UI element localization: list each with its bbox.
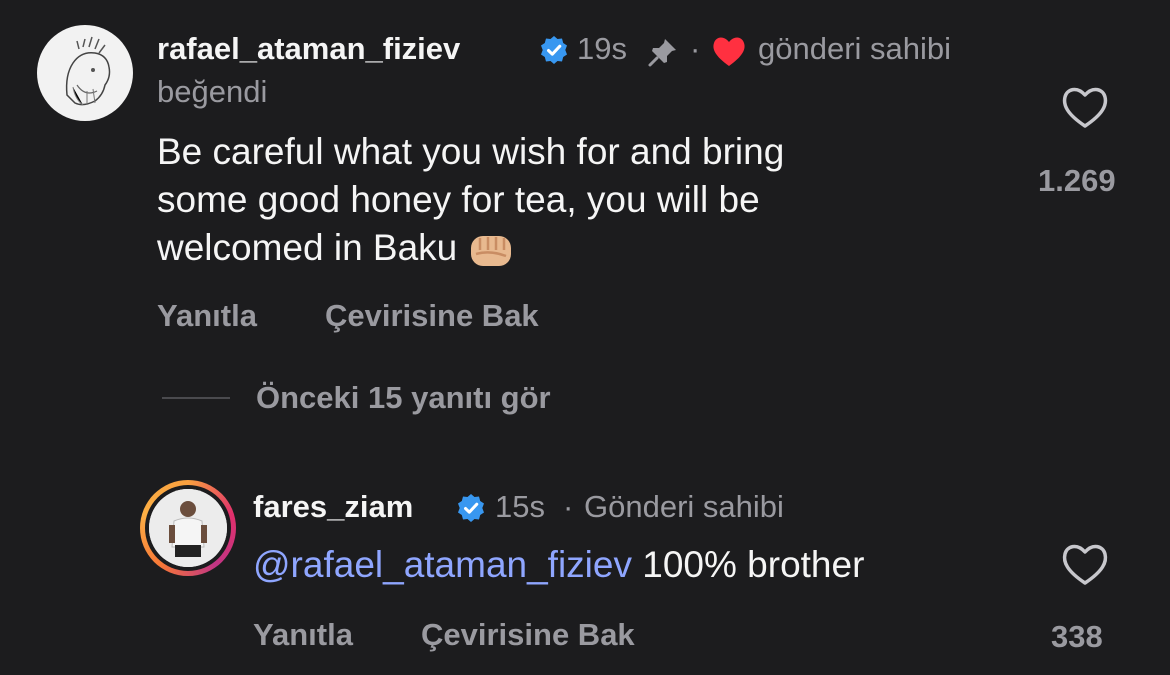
avatar-ring-gap xyxy=(145,485,231,571)
heart-outline-icon xyxy=(1062,87,1108,128)
verified-badge-icon xyxy=(455,492,487,524)
comment-username[interactable]: rafael_ataman_fiziev xyxy=(157,31,460,67)
liked-label: beğendi xyxy=(157,74,268,109)
comment-text-line: Be careful what you wish for and bring xyxy=(157,131,785,172)
story-ring[interactable] xyxy=(140,480,236,576)
reply-button[interactable]: Yanıtla xyxy=(253,617,353,653)
avatar-sketch-icon xyxy=(65,36,111,106)
comment-text: Be careful what you wish for and bring s… xyxy=(157,128,784,272)
view-previous-replies-button[interactable]: Önceki 15 yanıtı gör xyxy=(256,380,551,416)
verified-badge-icon xyxy=(538,34,570,66)
avatar-fares xyxy=(149,489,227,567)
reply-text-content: 100% brother xyxy=(642,544,865,585)
comment-time: 19s xyxy=(577,31,627,66)
reply-username[interactable]: fares_ziam xyxy=(253,489,413,525)
fist-emoji-icon xyxy=(468,230,514,270)
pin-icon xyxy=(645,34,681,70)
reply-button[interactable]: Yanıtla xyxy=(157,298,257,334)
avatar-person-icon xyxy=(149,489,227,567)
translate-button[interactable]: Çevirisine Bak xyxy=(325,298,539,334)
liked-heart-icon xyxy=(711,34,747,68)
replies-divider xyxy=(162,397,230,399)
translate-button[interactable]: Çevirisine Bak xyxy=(421,617,635,653)
post-owner-label: Gönderi sahibi xyxy=(584,489,784,524)
liked-by-owner-label: gönderi sahibi xyxy=(758,31,952,66)
comment-text-line: some good honey for tea, you will be xyxy=(157,179,760,220)
reply-like-count: 338 xyxy=(1051,619,1103,654)
separator-dot: · xyxy=(690,31,701,66)
comment-like-count: 1.269 xyxy=(1038,163,1116,198)
reply-time: 15s xyxy=(495,489,545,524)
separator-dot: · xyxy=(563,489,574,524)
mention-link[interactable]: @rafael_ataman_fiziev xyxy=(253,544,632,585)
comment-like-button[interactable] xyxy=(1060,84,1110,130)
avatar-rafael[interactable] xyxy=(37,25,133,121)
reply-like-button[interactable] xyxy=(1060,541,1110,587)
heart-outline-icon xyxy=(1062,544,1108,585)
comment-text-line-3: welcomed in Baku xyxy=(157,227,458,268)
comment-text-line: welcomed in Baku xyxy=(157,224,784,272)
reply-text: @rafael_ataman_fiziev 100% brother xyxy=(253,541,864,589)
